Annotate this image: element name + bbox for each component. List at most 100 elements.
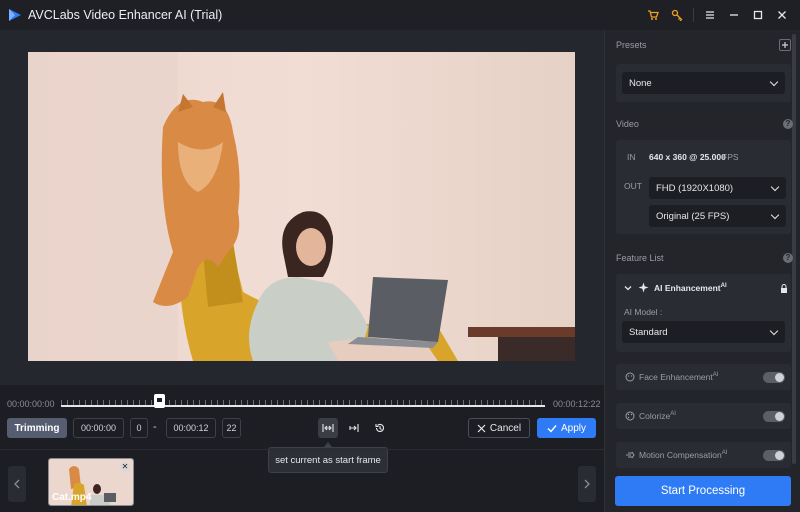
app-window: AVCLabs Video Enhancer AI (Trial) 00:00:… — [0, 0, 800, 512]
end-frame-field[interactable]: 22 — [222, 418, 241, 438]
ai-enhancement-text: AI Enhancement — [654, 283, 721, 293]
filmstrip-prev-button[interactable] — [8, 466, 26, 502]
timeline[interactable]: 00:00:00:00 00:00:12:22 — [0, 392, 604, 414]
ai-model-value: Standard — [629, 326, 668, 338]
app-title: AVCLabs Video Enhancer AI (Trial) — [28, 8, 223, 22]
ai-enhancement-label: AI EnhancementAI — [654, 283, 727, 293]
start-time-field[interactable]: 00:00:00 — [73, 418, 124, 438]
filmstrip: ✕ Cat.mp4 — [0, 449, 604, 512]
chevron-down-icon — [769, 326, 779, 336]
video-frame — [28, 52, 575, 361]
ai-model-select[interactable]: Standard — [622, 321, 785, 343]
presets-label: Presets — [616, 40, 647, 50]
presets-select[interactable]: None — [622, 72, 785, 94]
ai-enhancement-box: AI EnhancementAI AI Model : Standard — [616, 274, 791, 352]
trim-controls: Trimming 00:00:00 0 - 00:00:12 22 Cancel… — [0, 416, 604, 442]
apply-button[interactable]: Apply — [537, 418, 596, 438]
apply-label: Apply — [560, 422, 586, 434]
chevron-down-icon[interactable] — [624, 284, 632, 292]
app-logo-icon — [9, 9, 21, 21]
menu-icon[interactable] — [698, 0, 722, 30]
output-fps-value: Original (25 FPS) — [656, 210, 730, 222]
chevron-down-icon — [770, 210, 780, 220]
titlebar-divider — [693, 8, 694, 22]
set-start-frame-icon — [322, 424, 334, 432]
ai-superscript: AI — [720, 283, 727, 290]
panel-scrollbar[interactable] — [792, 34, 796, 464]
video-label: Video — [616, 119, 639, 129]
face-enhancement-toggle[interactable] — [763, 372, 785, 383]
output-resolution-value: FHD (1920X1080) — [656, 182, 734, 194]
sparkle-icon — [638, 282, 649, 293]
close-icon[interactable] — [770, 0, 794, 30]
in-label: IN — [627, 152, 636, 162]
output-fps-select[interactable]: Original (25 FPS) — [649, 205, 786, 227]
colorize-text: Colorize — [639, 411, 671, 421]
timeline-end-time: 00:00:12:22 — [553, 399, 601, 409]
video-preview-area — [0, 30, 604, 385]
add-preset-button[interactable] — [779, 39, 791, 51]
face-enhancement-sup: AI — [712, 372, 719, 379]
feature-list-label: Feature List — [616, 253, 664, 263]
cart-icon[interactable] — [641, 0, 665, 30]
palette-icon — [625, 411, 635, 421]
chevron-left-icon — [14, 479, 20, 489]
motion-icon — [626, 451, 635, 459]
presets-box: None — [616, 64, 791, 102]
set-start-frame-button[interactable] — [318, 418, 338, 438]
set-end-frame-icon — [349, 424, 359, 432]
file-thumbnail[interactable]: ✕ Cat.mp4 — [48, 458, 134, 506]
timeline-start-time: 00:00:00:00 — [7, 399, 55, 409]
motion-compensation-label: Motion CompensationAI — [639, 450, 727, 460]
start-processing-button[interactable]: Start Processing — [615, 476, 791, 506]
feature-help-icon[interactable]: ? — [783, 253, 793, 263]
chevron-down-icon — [770, 182, 780, 192]
motion-compensation-sup: AI — [721, 450, 728, 457]
feature-colorize[interactable]: ColorizeAI — [616, 403, 791, 429]
video-frame-image — [28, 52, 575, 361]
in-fps-unit: FPS — [722, 152, 739, 162]
presets-value: None — [629, 77, 652, 89]
lock-icon — [781, 284, 787, 293]
history-icon — [375, 423, 384, 432]
colorize-label: ColorizeAI — [639, 411, 676, 421]
motion-compensation-text: Motion Compensation — [639, 450, 722, 460]
filmstrip-next-button[interactable] — [578, 466, 596, 502]
close-icon — [477, 424, 486, 432]
file-name: Cat.mp4 — [52, 492, 92, 503]
reset-button[interactable] — [370, 418, 390, 438]
video-box: IN 640 x 360 @ 25.000 FPS OUT FHD (1920X… — [616, 140, 791, 234]
video-help-icon[interactable]: ? — [783, 119, 793, 129]
range-dash: - — [153, 421, 157, 433]
face-icon — [625, 372, 635, 382]
window-controls — [641, 0, 794, 30]
plus-icon — [782, 42, 788, 48]
feature-motion-compensation[interactable]: Motion CompensationAI — [616, 442, 791, 468]
timeline-playhead[interactable] — [154, 394, 165, 408]
feature-face-enhancement[interactable]: Face EnhancementAI — [616, 364, 791, 390]
in-resolution: 640 x 360 @ 25.000 — [649, 152, 726, 162]
start-frame-field[interactable]: 0 — [130, 418, 148, 438]
cancel-button[interactable]: Cancel — [468, 418, 530, 438]
check-icon — [547, 424, 557, 433]
trimming-button[interactable]: Trimming — [7, 418, 67, 438]
face-enhancement-label: Face EnhancementAI — [639, 372, 718, 382]
ai-model-label: AI Model : — [624, 307, 663, 317]
remove-file-button[interactable]: ✕ — [120, 462, 130, 472]
colorize-sup: AI — [670, 411, 676, 418]
minimize-icon[interactable] — [722, 0, 746, 30]
chevron-down-icon — [769, 77, 779, 87]
out-label: OUT — [624, 181, 642, 191]
motion-compensation-toggle[interactable] — [763, 450, 785, 461]
cancel-label: Cancel — [489, 422, 522, 434]
maximize-icon[interactable] — [746, 0, 770, 30]
timeline-track[interactable] — [61, 405, 545, 407]
output-resolution-select[interactable]: FHD (1920X1080) — [649, 177, 786, 199]
face-enhancement-text: Face Enhancement — [639, 372, 713, 382]
end-time-field[interactable]: 00:00:12 — [166, 418, 216, 438]
set-end-frame-button[interactable] — [344, 418, 364, 438]
colorize-toggle[interactable] — [763, 411, 785, 422]
settings-panel: Presets None Video ? IN 640 x 360 @ 25.0… — [604, 30, 800, 512]
title-bar: AVCLabs Video Enhancer AI (Trial) — [0, 0, 800, 30]
key-icon[interactable] — [665, 0, 689, 30]
